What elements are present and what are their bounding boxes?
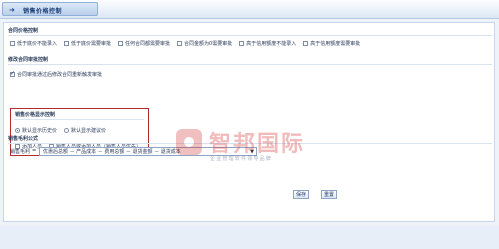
option-any-contract-approve[interactable]: 任何合同都需要审批 <box>118 40 170 47</box>
option-label: 默认显示建议价 <box>71 127 107 134</box>
option-label: 低于底价不能录入 <box>17 40 58 47</box>
divider <box>8 64 492 65</box>
option-below-floor-approve[interactable]: 低于底价需要审批 <box>64 40 111 47</box>
page-footer-area <box>0 226 499 249</box>
checkbox[interactable] <box>177 40 183 46</box>
price-display-radios: 默认显示历史价 默认显示建议价 <box>15 126 113 134</box>
option-over-credit-approve[interactable]: 高于信用额度需要审批 <box>303 40 360 47</box>
checkbox[interactable] <box>239 40 245 46</box>
divider <box>14 119 144 120</box>
option-label: 合同审批通过后修改合同重新触发审批 <box>17 71 103 78</box>
option-below-floor-block[interactable]: 低于底价不能录入 <box>10 40 57 47</box>
section-title-modify-contract: 修改合同审批控制 <box>8 57 49 63</box>
checkbox[interactable] <box>10 40 15 46</box>
reset-button[interactable]: 重置 <box>321 190 337 199</box>
checkbox[interactable] <box>118 40 124 46</box>
option-label: 高于信用额度需要审批 <box>310 40 361 47</box>
option-label: 合同金额为0需要审批 <box>184 40 233 47</box>
watermark-brand: 智邦国际 <box>209 132 306 157</box>
option-label: 低于底价需要审批 <box>71 40 112 47</box>
section-title-price-display: 销售价格显示控制 <box>15 112 56 118</box>
watermark: 智邦国际 企业管理软件领导品牌 <box>176 126 336 170</box>
gross-margin-label: 销售毛利 <box>10 148 31 155</box>
brand-logo-icon <box>176 129 202 155</box>
radio-checked[interactable] <box>15 127 20 133</box>
gross-margin-label-row: 销售毛利 = <box>10 147 36 155</box>
arrow-right-icon: ➜ <box>9 6 15 14</box>
page-title-tab: ➜ 销售价格控制 <box>2 2 98 16</box>
option-zero-amount-approve[interactable]: 合同金额为0需要审批 <box>177 40 232 47</box>
radio-suggested-price[interactable]: 默认显示建议价 <box>64 127 106 134</box>
radio[interactable] <box>64 127 70 133</box>
title-bar: ➜ 销售价格控制 <box>0 0 499 19</box>
option-over-credit-block[interactable]: 高于信用额度不能录入 <box>239 40 296 47</box>
contract-price-options: 低于底价不能录入 低于底价需要审批 任何合同都需要审批 合同金额为0需要审批 高… <box>10 39 367 47</box>
option-label: 高于信用额度不能录入 <box>246 40 297 47</box>
radio-history-price[interactable]: 默认显示历史价 <box>15 127 57 134</box>
equals-sign: = <box>32 148 37 154</box>
option-label: 任何合同都需要审批 <box>125 40 171 47</box>
page-title: 销售价格控制 <box>23 8 63 15</box>
watermark-tagline: 企业管理软件领导品牌 <box>210 156 273 162</box>
section-title-contract-price: 合同价格控制 <box>8 28 39 34</box>
checkbox[interactable] <box>64 40 70 46</box>
settings-panel: 合同价格控制 低于底价不能录入 低于底价需要审批 任何合同都需要审批 合同金额为… <box>3 22 495 222</box>
option-label: 默认显示历史价 <box>22 127 58 134</box>
section-title-gross-margin: 销售毛利公式 <box>8 136 39 142</box>
checkbox[interactable] <box>303 40 309 46</box>
option-modify-retrigger-approval[interactable]: 合同审批通过后修改合同重新触发审批 <box>10 70 103 78</box>
save-button[interactable]: 保存 <box>293 190 309 199</box>
divider <box>8 35 492 36</box>
formula-selected-value: 优惠后总额 － 产品成本 － 费用总额 － 退货金额 － 退货成本 <box>43 149 181 155</box>
checkbox-checked[interactable] <box>10 70 15 77</box>
modify-contract-options: 合同审批通过后修改合同重新触发审批 <box>10 70 109 78</box>
